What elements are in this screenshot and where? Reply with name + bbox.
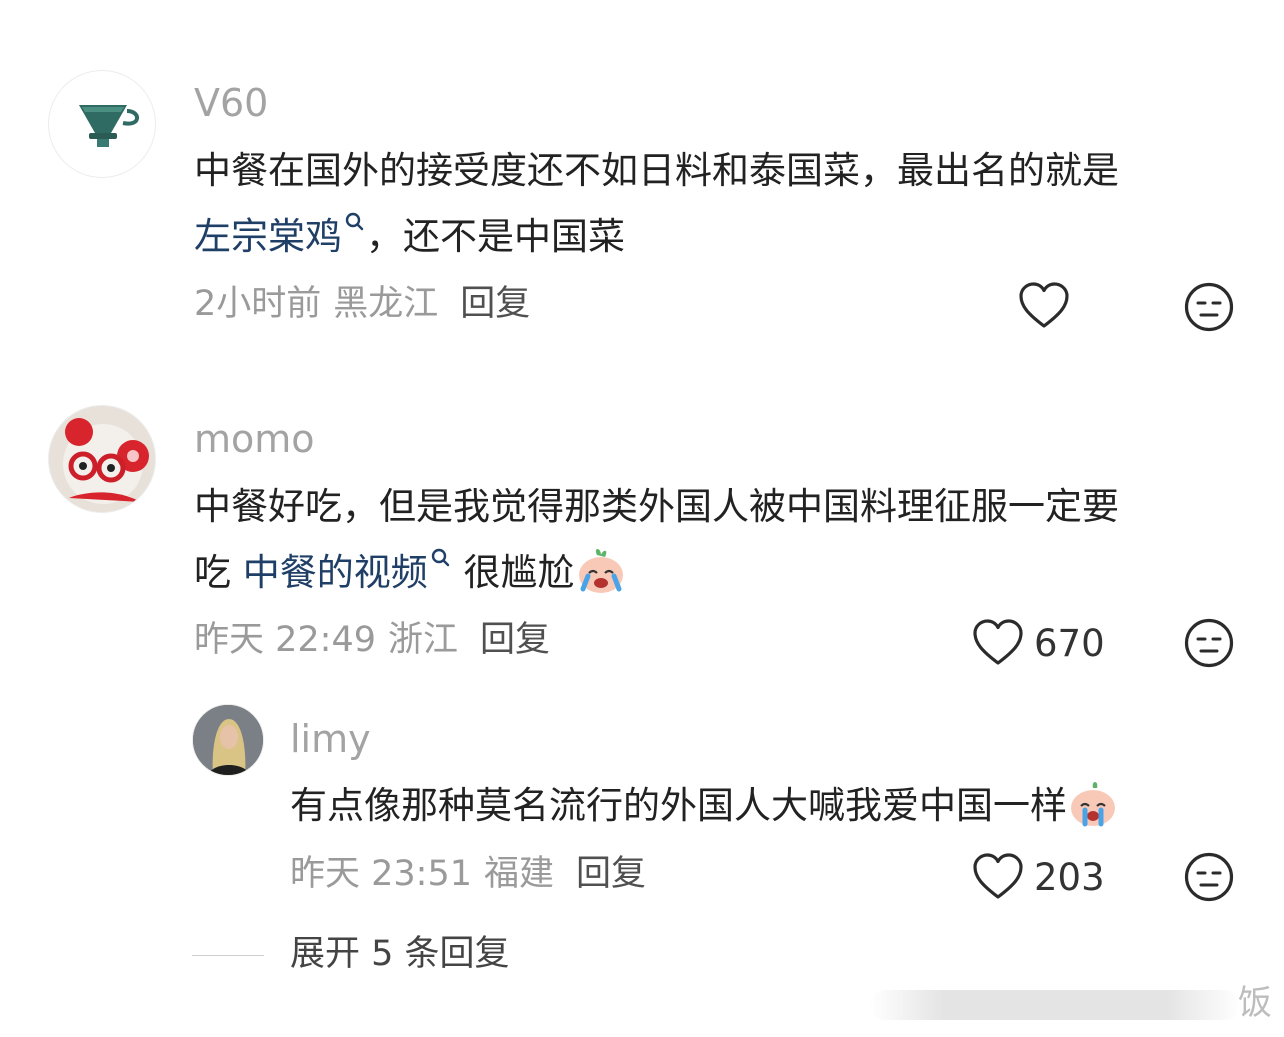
like-button[interactable]: 203 (972, 852, 1105, 902)
comment-text-line: 中餐好吃，但是我觉得那类外国人被中国料理征服一定要 (194, 474, 1119, 540)
person-avatar-icon (193, 705, 263, 775)
comment-meta: 2小时前 黑龙江 回复 (194, 287, 530, 322)
comment-text: 中餐在国外的接受度还不如日料和泰国菜，最出名的就是 (194, 149, 1119, 192)
reply-button[interactable]: 回复 (460, 284, 530, 324)
search-icon (431, 548, 449, 567)
location: 黑龙江 (333, 284, 439, 324)
reply-button[interactable]: 回复 (576, 854, 646, 894)
search-link-text: 中餐的视频 (242, 551, 428, 594)
comment-text-line: 中餐在国外的接受度还不如日料和泰国菜，最出名的就是 (194, 138, 1119, 204)
username[interactable]: V60 (194, 84, 268, 122)
like-button[interactable] (1018, 281, 1070, 331)
username[interactable]: momo (194, 420, 315, 458)
hello-kitty-avatar-icon (63, 418, 149, 504)
comment-meta: 昨天 23:51 福建 回复 (290, 857, 646, 892)
heart-icon (973, 619, 1023, 665)
heart-icon (1019, 282, 1069, 328)
comment-text-line: 有点像那种莫名流行的外国人大喊我爱中国一样 (290, 773, 1119, 839)
dislike-face-icon[interactable] (1184, 852, 1234, 902)
like-count: 670 (1034, 621, 1105, 665)
comment-text: 中餐好吃，但是我觉得那类外国人被中国料理征服一定要 (194, 485, 1119, 528)
comment-text-line: 吃 中餐的视频 很尴尬 (194, 540, 627, 606)
timestamp: 昨天 22:49 (194, 620, 376, 660)
like-button[interactable]: 670 (972, 618, 1105, 668)
avatar[interactable] (48, 405, 156, 513)
comment-text: 有点像那种莫名流行的外国人大喊我爱中国一样 (290, 784, 1067, 827)
crying-peach-emoji-icon (578, 549, 623, 593)
pour-over-dripper-icon (79, 105, 139, 147)
comment-meta: 昨天 22:49 浙江 回复 (194, 623, 550, 658)
location: 浙江 (388, 620, 459, 660)
expand-divider (192, 955, 264, 956)
search-link-text: 左宗棠鸡 (194, 215, 342, 258)
heart-icon (973, 853, 1023, 899)
comment-text: 很尴尬 (451, 551, 575, 594)
comment-text: 吃 (194, 551, 243, 594)
location: 福建 (484, 854, 555, 894)
like-count: 203 (1034, 855, 1105, 899)
timestamp: 2小时前 (194, 284, 322, 324)
comment-text: ，还不是中国菜 (366, 215, 625, 258)
dislike-face-icon[interactable] (1184, 618, 1234, 668)
search-icon (345, 212, 364, 231)
avatar[interactable] (192, 704, 264, 776)
timestamp: 昨天 23:51 (290, 854, 472, 894)
username[interactable]: limy (290, 720, 371, 758)
comment-text-line: 左宗棠鸡 ，还不是中国菜 (194, 204, 625, 270)
dislike-face-icon[interactable] (1184, 282, 1234, 332)
watermark-text: 饭 (1238, 983, 1272, 1023)
expand-replies-button[interactable]: 展开 5 条回复 (290, 937, 510, 972)
search-link[interactable]: 左宗棠鸡 (194, 212, 366, 258)
search-link[interactable]: 中餐的视频 (242, 548, 452, 594)
reply-button[interactable]: 回复 (480, 620, 550, 660)
watermark-bar (870, 990, 1240, 1020)
avatar[interactable] (48, 70, 156, 178)
crying-peach-emoji-icon (1071, 782, 1115, 827)
